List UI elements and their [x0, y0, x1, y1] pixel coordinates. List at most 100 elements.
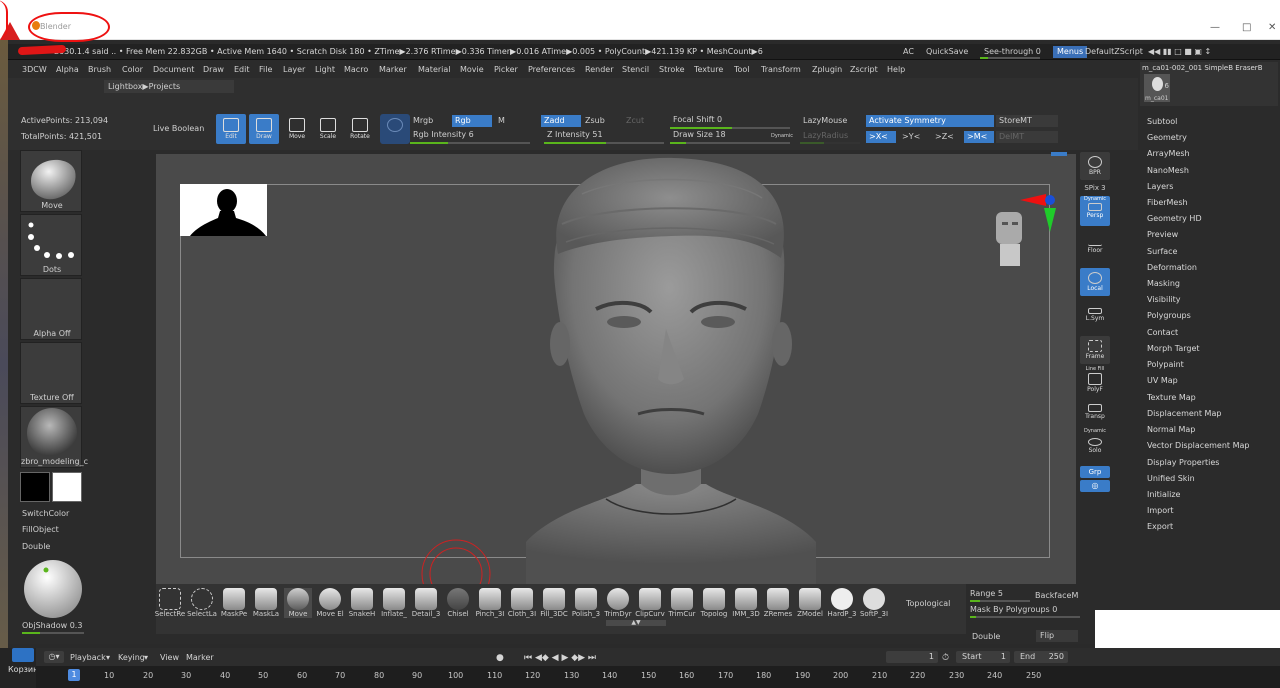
- brush-polish[interactable]: Polish_3: [572, 588, 600, 618]
- zsub-button[interactable]: Zsub: [582, 115, 622, 127]
- palette-subtool[interactable]: Subtool: [1147, 117, 1177, 126]
- playhead[interactable]: 1: [68, 669, 80, 681]
- palette-vector-displacement-map[interactable]: Vector Displacement Map: [1147, 441, 1249, 450]
- recycle-bin-icon[interactable]: [12, 648, 34, 662]
- zcut-button[interactable]: Zcut: [623, 115, 663, 127]
- brush-trimdynamic[interactable]: TrimDyr: [604, 588, 632, 618]
- backface-mask-button[interactable]: BackfaceM: [1035, 591, 1078, 600]
- palette-fibermesh[interactable]: FiberMesh: [1147, 198, 1188, 207]
- grp-button[interactable]: Grp: [1080, 466, 1110, 478]
- menu-document[interactable]: Document: [153, 65, 194, 74]
- subtool-header[interactable]: m_ca01-002_001 SimpleB EraserB 6 m_ca01: [1140, 62, 1278, 106]
- see-through-slider[interactable]: See-through 0: [984, 47, 1041, 56]
- stopwatch-icon[interactable]: ⏱: [942, 653, 949, 663]
- brush-inflate[interactable]: Inflate_: [380, 588, 408, 618]
- palette-morph-target[interactable]: Morph Target: [1147, 344, 1200, 353]
- palette-import[interactable]: Import: [1147, 506, 1174, 515]
- menu-file[interactable]: File: [259, 65, 272, 74]
- brush-trimcurve[interactable]: TrimCur: [668, 588, 696, 618]
- brush-chisel[interactable]: Chisel: [444, 588, 472, 618]
- palette-contact[interactable]: Contact: [1147, 328, 1178, 337]
- minimize-icon[interactable]: —: [1210, 22, 1220, 33]
- brush-move[interactable]: Move: [284, 588, 312, 618]
- brush-detail[interactable]: Detail_3: [412, 588, 440, 618]
- palette-surface[interactable]: Surface: [1147, 247, 1177, 256]
- menu-alpha[interactable]: Alpha: [56, 65, 79, 74]
- lsym-button[interactable]: L.Sym: [1080, 304, 1110, 332]
- storemt-button[interactable]: StoreMT: [996, 115, 1058, 127]
- brush-select-lasso[interactable]: SelectLa: [187, 588, 217, 618]
- focal-shift-slider[interactable]: Focal Shift 0: [670, 114, 790, 126]
- brush-snakehook[interactable]: SnakeH: [348, 588, 376, 618]
- menu-help[interactable]: Help: [887, 65, 905, 74]
- rgb-intensity-slider[interactable]: Rgb Intensity 6: [410, 129, 530, 141]
- palette-uv-map[interactable]: UV Map: [1147, 376, 1178, 385]
- floor-button[interactable]: Floor: [1080, 236, 1110, 264]
- end-frame-field[interactable]: End 250: [1014, 651, 1068, 663]
- playback-menu[interactable]: Playback: [70, 653, 106, 662]
- playback-controls-icon[interactable]: ⏮ ◀◆ ◀ ▶ ◆▶ ⏭: [524, 653, 596, 663]
- brush-clipcurve[interactable]: ClipCurv: [635, 588, 665, 618]
- lightbox-projects-button[interactable]: Lightbox▶Projects: [104, 80, 234, 93]
- menu-draw[interactable]: Draw: [203, 65, 224, 74]
- brush-imm[interactable]: IMM_3D: [732, 588, 760, 618]
- live-boolean-button[interactable]: Live Boolean: [153, 124, 204, 133]
- brush-select-rect[interactable]: SelectRe: [155, 588, 185, 618]
- brush-zmodeler[interactable]: ZModel: [796, 588, 824, 618]
- sym-z-button[interactable]: >Z<: [932, 131, 962, 143]
- brush-cloth[interactable]: Cloth_3I: [508, 588, 536, 618]
- color-picker-button[interactable]: [380, 114, 410, 144]
- current-frame-field[interactable]: 1: [886, 651, 938, 663]
- poly-frame-icon[interactable]: ◎: [1080, 480, 1110, 492]
- brush-zremesher[interactable]: ZRemes: [764, 588, 792, 618]
- menu-marker[interactable]: Marker: [379, 65, 407, 74]
- obj-shadow-slider[interactable]: ObjShadow 0.3: [22, 621, 82, 630]
- double-button[interactable]: Double: [22, 542, 50, 551]
- menu-transform[interactable]: Transform: [761, 65, 801, 74]
- marker-menu[interactable]: Marker: [186, 653, 214, 662]
- frame-button[interactable]: Frame: [1080, 336, 1110, 364]
- lazyradius-slider[interactable]: LazyRadius: [800, 130, 860, 142]
- mrgb-button[interactable]: Mrgb: [410, 115, 450, 127]
- lazymouse-button[interactable]: LazyMouse: [800, 115, 860, 127]
- menu-texture[interactable]: Texture: [694, 65, 723, 74]
- palette-deformation[interactable]: Deformation: [1147, 263, 1197, 272]
- menu-material[interactable]: Material: [418, 65, 451, 74]
- menu-color[interactable]: Color: [122, 65, 143, 74]
- rotate-button[interactable]: Rotate: [345, 114, 375, 144]
- record-icon[interactable]: ●: [496, 653, 504, 663]
- palette-normal-map[interactable]: Normal Map: [1147, 425, 1195, 434]
- menu-tool[interactable]: Tool: [734, 65, 750, 74]
- m-button[interactable]: M: [495, 115, 525, 127]
- document-canvas[interactable]: [156, 154, 1076, 584]
- start-frame-field[interactable]: Start 1: [956, 651, 1010, 663]
- brush-hardpolish[interactable]: HardP_3: [828, 588, 856, 618]
- menu-zscript[interactable]: Zscript: [850, 65, 878, 74]
- sym-x-button[interactable]: >X<: [866, 131, 896, 143]
- brush-topology[interactable]: Topolog: [700, 588, 728, 618]
- brush-move-elastic[interactable]: Move El: [316, 588, 344, 618]
- fill-object-button[interactable]: FillObject: [22, 525, 59, 534]
- editor-type-clock-icon[interactable]: ◷▾: [44, 651, 64, 663]
- double-sided-button[interactable]: Double: [972, 632, 1000, 641]
- subtool-thumbnail[interactable]: 6 m_ca01: [1144, 74, 1170, 102]
- z-intensity-slider[interactable]: Z Intensity 51: [544, 129, 664, 141]
- spix-slider[interactable]: SPix 3: [1080, 184, 1110, 192]
- alpha-thumb[interactable]: Alpha Off: [20, 278, 82, 340]
- menu-movie[interactable]: Movie: [460, 65, 484, 74]
- menu-macro[interactable]: Macro: [344, 65, 368, 74]
- menu-layer[interactable]: Layer: [283, 65, 305, 74]
- flip-button[interactable]: Flip: [1036, 630, 1078, 642]
- brush-pinch[interactable]: Pinch_3I: [476, 588, 504, 618]
- delmt-button[interactable]: DelMT: [996, 131, 1058, 143]
- bpr-button[interactable]: BPR: [1080, 152, 1110, 180]
- quicksave-button[interactable]: QuickSave: [926, 47, 968, 56]
- solo-button[interactable]: Dynamic Solo: [1080, 428, 1110, 456]
- palette-texture-map[interactable]: Texture Map: [1147, 393, 1196, 402]
- material-thumb[interactable]: zbro_modeling_c: [20, 406, 88, 468]
- palette-export[interactable]: Export: [1147, 522, 1173, 531]
- zadd-button[interactable]: Zadd: [541, 115, 581, 127]
- palette-unified-skin[interactable]: Unified Skin: [1147, 474, 1195, 483]
- persp-button[interactable]: Dynamic Persp: [1080, 196, 1110, 226]
- brush-shelf-scroll-icon[interactable]: ▲▼: [606, 620, 666, 626]
